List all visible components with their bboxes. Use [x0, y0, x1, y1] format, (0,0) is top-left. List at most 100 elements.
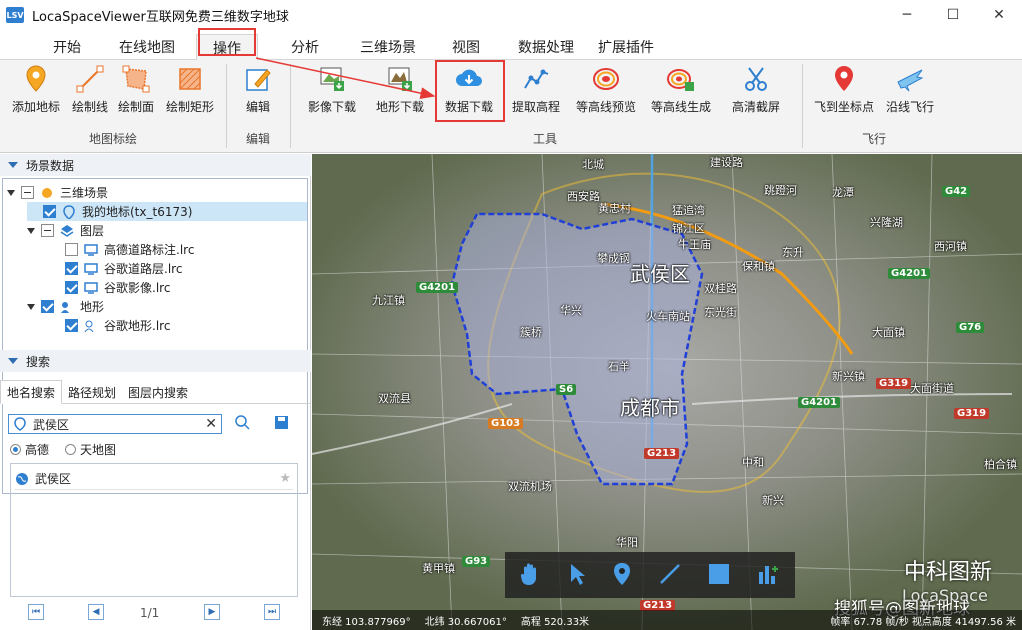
map-label: 簇桥: [520, 326, 542, 339]
map-label: 双流县: [378, 392, 411, 405]
search-tabs: 地名搜索 路径规划 图层内搜索: [0, 380, 311, 404]
tree-node-google-terrain[interactable]: 谷歌地形.lrc: [65, 316, 170, 335]
save-icon[interactable]: [274, 414, 290, 435]
tree-node-label: 谷歌地形.lrc: [104, 319, 171, 333]
map-label: 北城: [582, 158, 604, 171]
tree-checkbox[interactable]: [65, 319, 78, 332]
clear-icon[interactable]: ✕: [205, 416, 217, 432]
expand-icon[interactable]: [27, 227, 35, 234]
left-panel: 场景数据 三维场景 我的地标(tx_t6173) 图层 高德道路标注.lrc 谷…: [0, 154, 311, 630]
tab-layer-search[interactable]: 图层内搜索: [122, 380, 194, 404]
tree-node-gaode-road-labels[interactable]: 高德道路标注.lrc: [65, 240, 194, 259]
tree-node-label: 地形: [80, 300, 105, 314]
tree-node-terrain[interactable]: 地形: [27, 297, 104, 316]
status-bar: 东经 103.877969° 北纬 30.667061° 高程 520.33米 …: [312, 610, 1022, 630]
map-label: 黄忠村: [598, 202, 631, 215]
radio-gaode-label: 高德: [25, 443, 50, 457]
map-label: 西安路: [567, 190, 600, 203]
tab-route-planning[interactable]: 路径规划: [62, 380, 122, 404]
tree-checkbox[interactable]: [65, 262, 78, 275]
map-label: 新兴镇: [832, 370, 865, 383]
search-icon[interactable]: [234, 414, 250, 435]
result-label: 武侯区: [35, 472, 72, 486]
expand-icon[interactable]: [27, 303, 35, 310]
tree-node-label: 图层: [80, 224, 105, 238]
placemark-icon[interactable]: [612, 561, 632, 590]
status-elevation: 高程 520.33米: [520, 616, 590, 628]
tree-node-scene[interactable]: 三维场景: [7, 183, 108, 202]
tree-node-label: 高德道路标注.lrc: [104, 243, 195, 257]
map-label: 跳蹬河: [764, 184, 797, 197]
map-label: 龙潭: [832, 186, 854, 199]
first-page-button[interactable]: ⏮: [28, 604, 44, 620]
search-panel-header[interactable]: 搜索: [0, 350, 311, 372]
star-icon[interactable]: ★: [279, 471, 291, 486]
highway-shield: G213: [644, 448, 680, 459]
tree-checkbox[interactable]: [43, 205, 56, 218]
highway-shield: G319: [876, 378, 912, 389]
map-label: 火车南站: [646, 310, 690, 323]
tree-node-label: 三维场景: [60, 186, 109, 200]
pan-hand-icon[interactable]: [518, 561, 542, 590]
highway-shield: G4201: [888, 268, 931, 279]
monitor-icon: [84, 262, 98, 276]
prev-page-button[interactable]: ◀: [88, 604, 104, 620]
last-page-button[interactable]: ⏭: [264, 604, 280, 620]
draw-rectangle-icon[interactable]: [707, 562, 731, 589]
map-label: 建设路: [710, 156, 743, 169]
highway-shield: G42: [942, 186, 971, 197]
highway-shield: G4201: [416, 282, 459, 293]
watermark-company: 中科图新: [904, 560, 993, 585]
radio-tianditu[interactable]: [65, 444, 77, 455]
next-page-button[interactable]: ▶: [204, 604, 220, 620]
map-label: 中和: [742, 456, 764, 469]
draw-line-icon[interactable]: [658, 562, 682, 589]
map-label: 双流机场: [508, 480, 552, 493]
scene-panel-header[interactable]: 场景数据: [0, 154, 311, 176]
map-label: 牛王庙: [678, 238, 711, 251]
status-frame-rate: 帧率 67.78 帧/秒 视点高度 41497.56 米: [830, 616, 1016, 628]
tree-checkbox[interactable]: [41, 224, 54, 237]
expand-icon[interactable]: [7, 189, 15, 196]
location-icon: [13, 417, 27, 431]
map-toolbar: [505, 552, 795, 598]
tree-node-google-imagery[interactable]: 谷歌影像.lrc: [65, 278, 170, 297]
globe-icon: [15, 472, 29, 486]
tree-node-label: 谷歌影像.lrc: [104, 281, 171, 295]
map-label: 大面街道: [910, 382, 954, 395]
status-latitude: 北纬 30.667061°: [424, 616, 507, 628]
map-view[interactable]: 武侯区 成都市 北城 西安路 黄忠村 猛追湾 建设路 跳蹬河 龙潭 锦江区 牛王…: [312, 154, 1022, 630]
tree-node-layers[interactable]: 图层: [27, 221, 104, 240]
tree-node-google-roads[interactable]: 谷歌道路层.lrc: [65, 259, 182, 278]
placemark-icon: [62, 204, 76, 219]
map-label: 九江镇: [372, 294, 405, 307]
tree-checkbox[interactable]: [65, 243, 78, 256]
tree-node-my-placemarks[interactable]: 我的地标(tx_t6173): [27, 202, 307, 221]
map-label: 兴隆湖: [870, 216, 903, 229]
map-label: 石羊: [608, 360, 630, 373]
measure-icon[interactable]: [756, 562, 782, 589]
map-label: 黄甲镇: [422, 562, 455, 575]
select-arrow-icon[interactable]: [567, 562, 587, 589]
city-label: 成都市: [620, 396, 680, 420]
radio-gaode[interactable]: [10, 444, 21, 455]
search-panel-title: 搜索: [26, 354, 51, 369]
tree-node-label: 我的地标(tx_t6173): [82, 205, 193, 219]
collapse-icon: [8, 358, 18, 364]
monitor-icon: [84, 281, 98, 295]
map-label: 攀成钢: [597, 252, 630, 265]
list-item[interactable]: 武侯区 ★: [15, 468, 293, 490]
search-results: 武侯区 ★: [10, 463, 298, 597]
tree-checkbox[interactable]: [65, 281, 78, 294]
map-label: 保和镇: [742, 260, 775, 273]
tab-place-search[interactable]: 地名搜索: [0, 380, 63, 404]
pager: ⏮ ◀ 1/1 ▶ ⏭: [0, 602, 311, 626]
monitor-icon: [84, 243, 98, 257]
tree-checkbox[interactable]: [41, 300, 54, 313]
radio-tianditu-label: 天地图: [80, 443, 117, 457]
highway-shield: G93: [462, 556, 491, 567]
page-indicator: 1/1: [140, 606, 160, 620]
highway-shield: G103: [488, 418, 524, 429]
tree-checkbox[interactable]: [21, 186, 34, 199]
search-input[interactable]: 武侯区 ✕: [8, 414, 222, 434]
